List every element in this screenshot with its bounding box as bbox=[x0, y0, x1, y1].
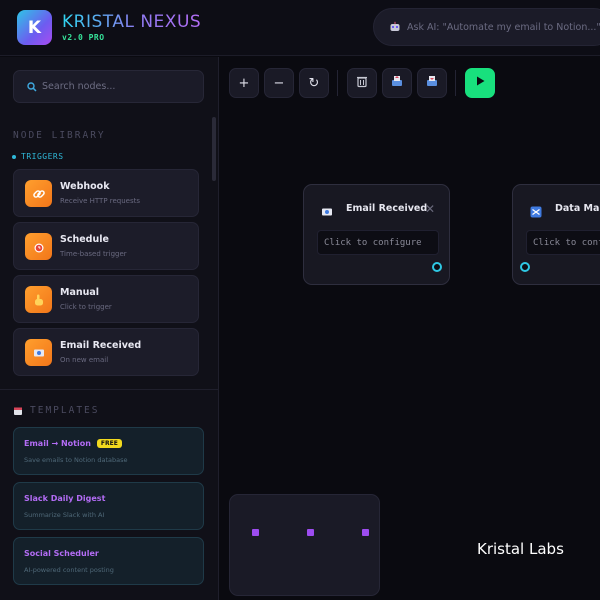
alarm-clock-icon bbox=[25, 233, 52, 260]
email-icon bbox=[25, 339, 52, 366]
search-input[interactable]: Search nodes... bbox=[13, 70, 204, 103]
connector-dot[interactable] bbox=[252, 529, 259, 536]
template-social-scheduler[interactable]: Social Scheduler AI-powered content post… bbox=[13, 537, 204, 585]
node-subtitle: On new email bbox=[60, 356, 109, 364]
zoom-out-button[interactable]: − bbox=[264, 68, 294, 98]
canvas-node-title: Email Received bbox=[346, 203, 428, 214]
node-item-email-received[interactable]: Email Received On new email bbox=[13, 328, 199, 376]
app-logo: K bbox=[17, 10, 52, 45]
run-button[interactable] bbox=[465, 68, 495, 98]
delete-button[interactable] bbox=[347, 68, 377, 98]
template-name: Email → Notion FREE bbox=[24, 439, 122, 448]
template-name-text: Email → Notion bbox=[24, 439, 91, 448]
node-subtitle: Receive HTTP requests bbox=[60, 197, 141, 205]
node-library-heading: NODE LIBRARY bbox=[13, 130, 106, 141]
node-subtitle: Click to trigger bbox=[60, 303, 112, 311]
pointing-hand-icon bbox=[25, 286, 52, 313]
node-item-webhook[interactable]: Webhook Receive HTTP requests bbox=[13, 169, 199, 217]
node-subtitle: Time-based trigger bbox=[60, 250, 127, 258]
canvas-node-data-mapper[interactable]: Data Mapper Click to configure bbox=[512, 184, 600, 285]
node-item-schedule[interactable]: Schedule Time-based trigger bbox=[13, 222, 199, 270]
search-placeholder: Search nodes... bbox=[42, 81, 116, 92]
top-header: K KRISTAL NEXUS v2.0 PRO Ask AI: "Automa… bbox=[0, 0, 600, 56]
output-port[interactable] bbox=[432, 262, 442, 272]
canvas-node-title: Data Mapper bbox=[555, 203, 600, 214]
template-email-notion[interactable]: Email → Notion FREE Save emails to Notio… bbox=[13, 427, 204, 475]
brand-title: KRISTAL NEXUS bbox=[62, 12, 202, 32]
section-divider bbox=[0, 389, 218, 390]
inbox-icon bbox=[425, 74, 439, 92]
outbox-icon bbox=[390, 74, 404, 92]
canvas-node-partial[interactable] bbox=[229, 494, 380, 596]
template-desc: Summarize Slack with AI bbox=[24, 511, 105, 519]
connector-dot[interactable] bbox=[307, 529, 314, 536]
sidebar: Search nodes... NODE LIBRARY TRIGGERS We… bbox=[0, 57, 219, 600]
email-icon bbox=[321, 203, 333, 216]
app-window: K KRISTAL NEXUS v2.0 PRO Ask AI: "Automa… bbox=[0, 0, 600, 600]
node-title: Webhook bbox=[60, 181, 110, 192]
robot-icon bbox=[388, 21, 401, 34]
zoom-in-button[interactable]: + bbox=[229, 68, 259, 98]
toolbar-separator bbox=[455, 70, 456, 96]
template-desc: AI-powered content posting bbox=[24, 566, 114, 574]
import-button[interactable] bbox=[417, 68, 447, 98]
bullet-dot-icon bbox=[12, 154, 16, 159]
search-icon bbox=[27, 77, 37, 96]
template-name: Social Scheduler bbox=[24, 549, 99, 558]
close-icon[interactable]: ✕ bbox=[425, 202, 435, 216]
link-icon bbox=[25, 180, 52, 207]
toolbar-separator bbox=[337, 70, 338, 96]
input-port[interactable] bbox=[520, 262, 530, 272]
templates-heading: TEMPLATES bbox=[13, 405, 99, 416]
ai-prompt-input[interactable]: Ask AI: "Automate my email to Notion..." bbox=[373, 8, 600, 46]
trash-icon bbox=[355, 74, 369, 92]
template-desc: Save emails to Notion database bbox=[24, 456, 128, 464]
sidebar-scrollbar[interactable] bbox=[212, 117, 216, 181]
triggers-heading: TRIGGERS bbox=[12, 152, 64, 161]
version-label: v2.0 PRO bbox=[62, 33, 105, 42]
connector-dot[interactable] bbox=[362, 529, 369, 536]
configure-field[interactable]: Click to configure bbox=[526, 230, 600, 255]
node-title: Manual bbox=[60, 287, 100, 298]
reset-view-button[interactable]: ↻ bbox=[299, 68, 329, 98]
template-name: Slack Daily Digest bbox=[24, 494, 106, 503]
play-icon bbox=[474, 75, 486, 91]
ai-prompt-placeholder: Ask AI: "Automate my email to Notion..." bbox=[407, 21, 600, 33]
export-button[interactable] bbox=[382, 68, 412, 98]
triggers-label-text: TRIGGERS bbox=[21, 152, 64, 161]
calendar-icon bbox=[13, 406, 23, 416]
configure-field[interactable]: Click to configure bbox=[317, 230, 439, 255]
node-item-manual[interactable]: Manual Click to trigger bbox=[13, 275, 199, 323]
canvas-node-email-received[interactable]: Email Received ✕ Click to configure bbox=[303, 184, 450, 285]
node-title: Email Received bbox=[60, 340, 142, 351]
templates-label-text: TEMPLATES bbox=[30, 405, 100, 416]
shuffle-icon bbox=[530, 203, 542, 218]
free-badge: FREE bbox=[96, 439, 122, 448]
template-slack-digest[interactable]: Slack Daily Digest Summarize Slack with … bbox=[13, 482, 204, 530]
watermark: Kristal Labs bbox=[477, 540, 564, 558]
node-title: Schedule bbox=[60, 234, 109, 245]
